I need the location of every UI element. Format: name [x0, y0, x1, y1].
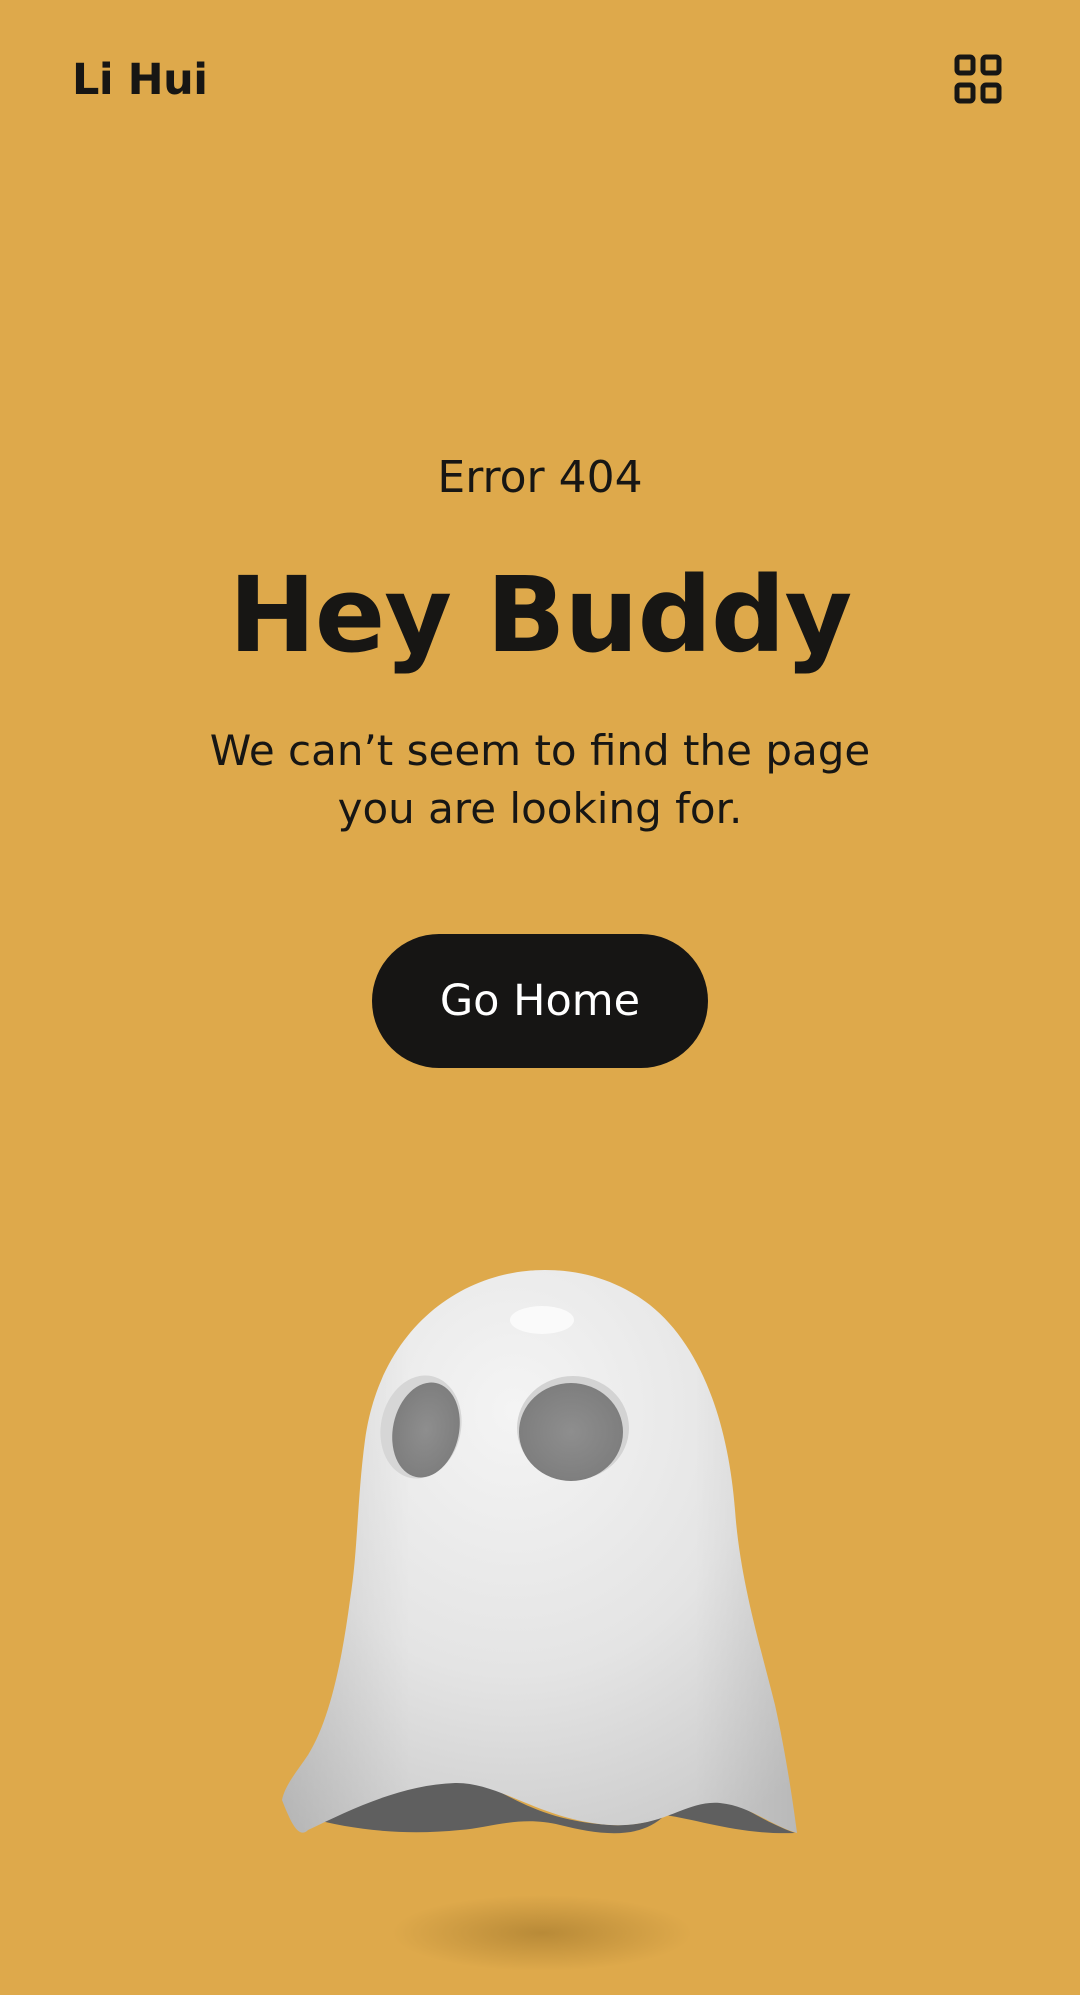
- go-home-button[interactable]: Go Home: [372, 934, 708, 1068]
- ghost-illustration: [260, 1250, 820, 1970]
- menu-button[interactable]: [954, 54, 1002, 104]
- error-code: Error 404: [437, 452, 643, 503]
- grid-menu-icon: [954, 54, 1002, 104]
- page-title: Hey Buddy: [228, 554, 853, 676]
- top-bar: Li Hui: [0, 0, 1080, 160]
- ghost-right-eye: [519, 1383, 623, 1481]
- ghost-shadow: [392, 1895, 692, 1970]
- error-message: We can’t seem to find the page you are l…: [209, 726, 871, 833]
- ghost-icon: [282, 1270, 797, 1970]
- brand-name[interactable]: Li Hui: [72, 50, 208, 110]
